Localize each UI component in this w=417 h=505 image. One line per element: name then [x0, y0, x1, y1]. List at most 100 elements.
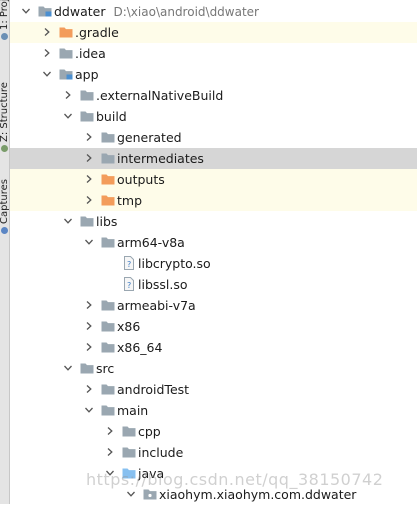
folder-blue-icon: [122, 467, 136, 479]
folder-icon: [101, 404, 115, 416]
tree-row[interactable]: cpp: [10, 421, 417, 442]
tree-item-name: intermediates: [117, 151, 204, 166]
tree-item-name: arm64-v8a: [117, 235, 185, 250]
tree-item-label: xiaohym.xiaohym.com.ddwater: [159, 486, 356, 503]
package-icon: [143, 488, 157, 500]
chevron-down-icon[interactable]: [64, 112, 72, 120]
project-tab-label: 1: Project: [0, 0, 10, 30]
folder-icon: [59, 47, 73, 59]
folder-icon: [101, 236, 115, 248]
tree-item-label: libssl.so: [138, 276, 188, 293]
tree-item-label: main: [117, 402, 148, 419]
tool-window-strip: 1: Project Z: Structure Captures: [0, 0, 10, 504]
tree-item-name: main: [117, 403, 149, 418]
tree-item-name: xiaohym.xiaohym.com.ddwater: [159, 487, 357, 502]
folder-orange-icon: [59, 26, 73, 38]
tree-row[interactable]: libs: [10, 211, 417, 232]
svg-text:?: ?: [127, 281, 131, 290]
chevron-right-icon[interactable]: [64, 91, 72, 99]
tree-row[interactable]: outputs: [10, 169, 417, 190]
tree-item-label: armeabi-v7a: [117, 297, 196, 314]
tree-row[interactable]: build: [10, 106, 417, 127]
tree-item-label: x86: [117, 318, 140, 335]
tree-row[interactable]: .externalNativeBuild: [10, 85, 417, 106]
chevron-right-icon[interactable]: [85, 175, 93, 183]
tree-item-name: outputs: [117, 172, 165, 187]
chevron-right-icon[interactable]: [85, 154, 93, 162]
unknown-file-icon: ?: [122, 256, 136, 270]
captures-tab-label: Captures: [0, 179, 10, 224]
tree-item-label: .externalNativeBuild: [96, 87, 223, 104]
chevron-down-icon[interactable]: [64, 217, 72, 225]
tree-row[interactable]: androidTest: [10, 379, 417, 400]
tree-item-name: x86: [117, 319, 141, 334]
chevron-down-icon[interactable]: [85, 406, 93, 414]
tree-item-name: libcrypto.so: [138, 256, 211, 271]
chevron-down-icon[interactable]: [127, 490, 135, 498]
tree-item-label: outputs: [117, 171, 165, 188]
chevron-down-icon[interactable]: [106, 469, 114, 477]
tree-item-label: tmp: [117, 192, 142, 209]
tree-row[interactable]: x86: [10, 316, 417, 337]
tree-item-name: tmp: [117, 193, 143, 208]
tree-item-name: src: [96, 361, 115, 376]
folder-icon: [101, 341, 115, 353]
tree-row[interactable]: ddwater D:\xiao\android\ddwater: [10, 1, 417, 22]
folder-icon: [101, 320, 115, 332]
folder-icon: [122, 425, 136, 437]
tree-item-label: libs: [96, 213, 117, 230]
chevron-right-icon[interactable]: [106, 448, 114, 456]
chevron-right-icon[interactable]: [85, 133, 93, 141]
tree-item-name: ddwater: [54, 4, 106, 19]
chevron-down-icon[interactable]: [43, 70, 51, 78]
project-tool-tab[interactable]: 1: Project: [0, 0, 10, 40]
folder-icon: [101, 383, 115, 395]
tree-row[interactable]: java: [10, 463, 417, 484]
chevron-right-icon[interactable]: [106, 427, 114, 435]
tree-row[interactable]: generated: [10, 127, 417, 148]
chevron-right-icon[interactable]: [85, 322, 93, 330]
tree-item-label: .gradle: [75, 24, 119, 41]
structure-tool-tab[interactable]: Z: Structure: [0, 64, 10, 152]
tree-item-name: androidTest: [117, 382, 190, 397]
chevron-down-icon[interactable]: [64, 364, 72, 372]
chevron-right-icon[interactable]: [43, 28, 51, 36]
tree-row[interactable]: ? libssl.so: [10, 274, 417, 295]
tree-row[interactable]: .gradle: [10, 22, 417, 43]
folder-orange-icon: [101, 194, 115, 206]
project-tree[interactable]: ddwater D:\xiao\android\ddwater .gradle .id…: [10, 0, 417, 504]
chevron-right-icon[interactable]: [85, 385, 93, 393]
tree-row[interactable]: src: [10, 358, 417, 379]
tree-item-label: libcrypto.so: [138, 255, 211, 272]
tree-item-label: src: [96, 360, 114, 377]
tree-item-name: x86_64: [117, 340, 163, 355]
tree-item-name: java: [138, 466, 165, 481]
tree-row[interactable]: ? libcrypto.so: [10, 253, 417, 274]
captures-tool-tab[interactable]: Captures: [0, 168, 10, 234]
chevron-right-icon[interactable]: [43, 49, 51, 57]
tree-item-label: generated: [117, 129, 182, 146]
tree-row[interactable]: app: [10, 64, 417, 85]
svg-text:?: ?: [127, 260, 131, 269]
chevron-down-icon[interactable]: [85, 238, 93, 246]
folder-icon: [80, 110, 94, 122]
chevron-right-icon[interactable]: [85, 343, 93, 351]
tree-item-name: libs: [96, 214, 118, 229]
tree-row[interactable]: .idea: [10, 43, 417, 64]
chevron-right-icon[interactable]: [85, 301, 93, 309]
tree-row[interactable]: x86_64: [10, 337, 417, 358]
tree-item-name: app: [75, 67, 99, 82]
tree-row[interactable]: include: [10, 442, 417, 463]
folder-icon: [80, 362, 94, 374]
tree-row[interactable]: intermediates: [10, 148, 417, 169]
tree-item-label: include: [138, 444, 183, 461]
tree-row[interactable]: arm64-v8a: [10, 232, 417, 253]
chevron-right-icon[interactable]: [85, 196, 93, 204]
tree-row[interactable]: tmp: [10, 190, 417, 211]
tree-item-label: app: [75, 66, 99, 83]
folder-icon: [101, 299, 115, 311]
tree-row[interactable]: armeabi-v7a: [10, 295, 417, 316]
tree-row[interactable]: xiaohym.xiaohym.com.ddwater: [10, 484, 417, 505]
chevron-down-icon[interactable]: [22, 7, 30, 15]
tree-row[interactable]: main: [10, 400, 417, 421]
